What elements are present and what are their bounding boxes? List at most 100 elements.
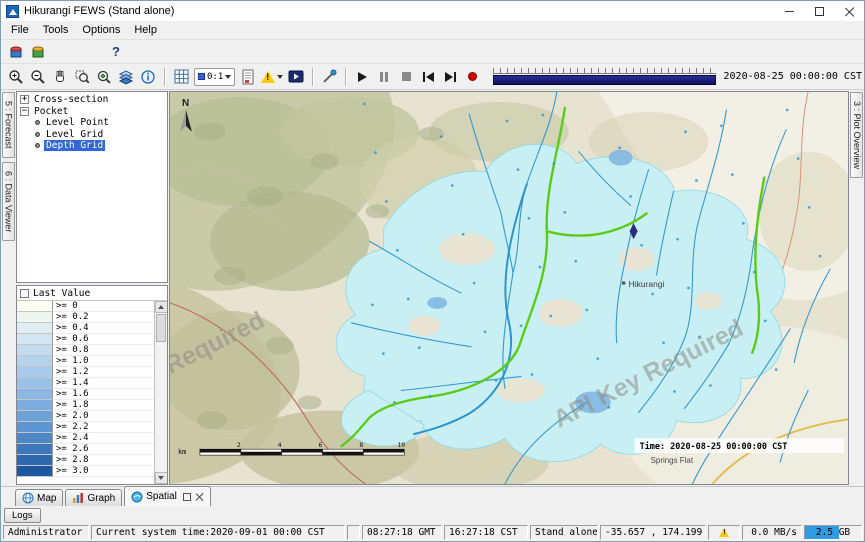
legend-class-label: >= 1.0: [53, 356, 154, 367]
zoom-in-icon: [8, 69, 24, 85]
legend-swatch: [17, 422, 53, 433]
play-button[interactable]: [352, 67, 372, 87]
tab-map[interactable]: Map: [15, 489, 63, 506]
legend-swatch: [17, 378, 53, 389]
menu-options[interactable]: Options: [75, 22, 127, 38]
chevron-down-icon: [225, 75, 231, 79]
status-warning[interactable]: [708, 525, 740, 540]
svg-text:8: 8: [359, 441, 363, 449]
status-spacer: [347, 525, 360, 540]
time-slider-bar[interactable]: [493, 75, 715, 85]
window-title: Hikurangi FEWS (Stand alone): [24, 5, 174, 17]
legend-scrollbar[interactable]: [154, 301, 167, 484]
close-button[interactable]: [834, 1, 864, 21]
tree-item-level-point[interactable]: Level Point: [17, 117, 167, 129]
profile-tool-button[interactable]: [319, 67, 339, 87]
warnings-dropdown-button[interactable]: [260, 67, 284, 87]
legend-row: >= 1.4: [17, 378, 154, 389]
tree-item-level-grid[interactable]: Level Grid: [17, 129, 167, 141]
legend-swatch: [17, 323, 53, 334]
skip-end-button[interactable]: [440, 67, 460, 87]
pan-button[interactable]: [50, 67, 70, 87]
class-ratio-value: 0:1: [207, 72, 223, 82]
tree-item-label: Cross-section: [32, 94, 110, 105]
legend-swatch: [17, 400, 53, 411]
legend-class-label: >= 1.4: [53, 378, 154, 389]
scroll-down-button[interactable]: [155, 472, 168, 484]
legend-list: >= 0>= 0.2>= 0.4>= 0.6>= 0.8>= 1.0>= 1.2…: [17, 301, 154, 484]
tab-restore-icon[interactable]: [183, 493, 191, 501]
document-button[interactable]: [238, 67, 258, 87]
legend-row: >= 2.0: [17, 411, 154, 422]
zoom-out-icon: [30, 69, 46, 85]
app-logo-icon: [6, 5, 19, 18]
grid-display-button[interactable]: [171, 67, 191, 87]
node-icon: [35, 120, 40, 125]
layers-button[interactable]: [116, 67, 136, 87]
time-ruler: [493, 68, 715, 74]
tab-graph[interactable]: Graph: [65, 489, 122, 506]
archive-button[interactable]: [28, 42, 48, 62]
movie-player-icon: [288, 70, 304, 83]
zoom-out-button[interactable]: [28, 67, 48, 87]
legend-swatch: [17, 334, 53, 345]
collapse-icon[interactable]: −: [20, 107, 29, 116]
database-button[interactable]: [6, 42, 26, 62]
expand-icon[interactable]: +: [20, 95, 29, 104]
document-icon: [241, 69, 255, 85]
help-icon: ?: [112, 44, 120, 59]
logs-row: Logs: [1, 506, 864, 524]
skip-start-button[interactable]: [418, 67, 438, 87]
main-toolbar: ?: [1, 40, 864, 64]
zoom-extent-button[interactable]: [94, 67, 114, 87]
tree-item-cross-section[interactable]: +Cross-section: [17, 94, 167, 106]
help-button[interactable]: ?: [106, 42, 126, 62]
svg-text:km: km: [178, 448, 186, 456]
left-tab-strip: 5 : Forecast 6 : Data Viewer: [1, 90, 15, 486]
classification-dropdown[interactable]: 0:1: [194, 68, 235, 86]
node-icon: [35, 132, 40, 137]
tab-spatial[interactable]: Spatial: [124, 486, 211, 506]
minimize-icon: [785, 11, 794, 12]
menu-file[interactable]: File: [4, 22, 36, 38]
legend-row: >= 2.2: [17, 422, 154, 433]
status-user: Administrator: [3, 525, 89, 540]
archive-icon: [30, 44, 46, 60]
tree-item-pocket[interactable]: −Pocket: [17, 106, 167, 118]
tree-item-depth-grid[interactable]: Depth Grid: [17, 140, 167, 152]
tab-forecast[interactable]: 5 : Forecast: [2, 92, 15, 158]
minimize-button[interactable]: [774, 1, 804, 21]
legend-row: >= 0.4: [17, 323, 154, 334]
scroll-track[interactable]: [155, 313, 168, 472]
last-value-checkbox[interactable]: [20, 289, 29, 298]
right-tab-strip: 3 : Plot Overview: [849, 90, 864, 486]
legend-swatch: [17, 466, 53, 477]
tab-plot-overview[interactable]: 3 : Plot Overview: [850, 92, 863, 178]
springs-flat-label: Springs Flat: [651, 456, 694, 465]
svg-text:4: 4: [278, 441, 282, 449]
map-canvas[interactable]: Hikurangi Springs Flat API Key Required …: [169, 91, 849, 485]
scroll-up-button[interactable]: [155, 301, 168, 313]
legend-row: >= 0.8: [17, 345, 154, 356]
movie-player-button[interactable]: [286, 67, 306, 87]
menu-tools[interactable]: Tools: [36, 22, 76, 38]
svg-text:6: 6: [319, 441, 323, 449]
stop-button[interactable]: [396, 67, 416, 87]
menu-help[interactable]: Help: [127, 22, 164, 38]
scroll-thumb[interactable]: [156, 314, 166, 342]
status-bar: Administrator Current system time:2020-0…: [1, 524, 864, 541]
pause-button[interactable]: [374, 67, 394, 87]
tab-data-viewer[interactable]: 6 : Data Viewer: [2, 162, 15, 241]
legend-swatch: [17, 389, 53, 400]
zoom-box-button[interactable]: [72, 67, 92, 87]
time-slider[interactable]: [493, 68, 715, 85]
info-button[interactable]: [138, 67, 158, 87]
logs-button[interactable]: Logs: [4, 508, 41, 523]
zoom-in-button[interactable]: [6, 67, 26, 87]
info-icon: [140, 69, 156, 85]
tab-spatial-label: Spatial: [146, 491, 177, 502]
status-mode: Stand alone: [530, 525, 598, 540]
record-button[interactable]: [462, 67, 482, 87]
maximize-button[interactable]: [804, 1, 834, 21]
tab-close-icon[interactable]: [195, 492, 204, 501]
